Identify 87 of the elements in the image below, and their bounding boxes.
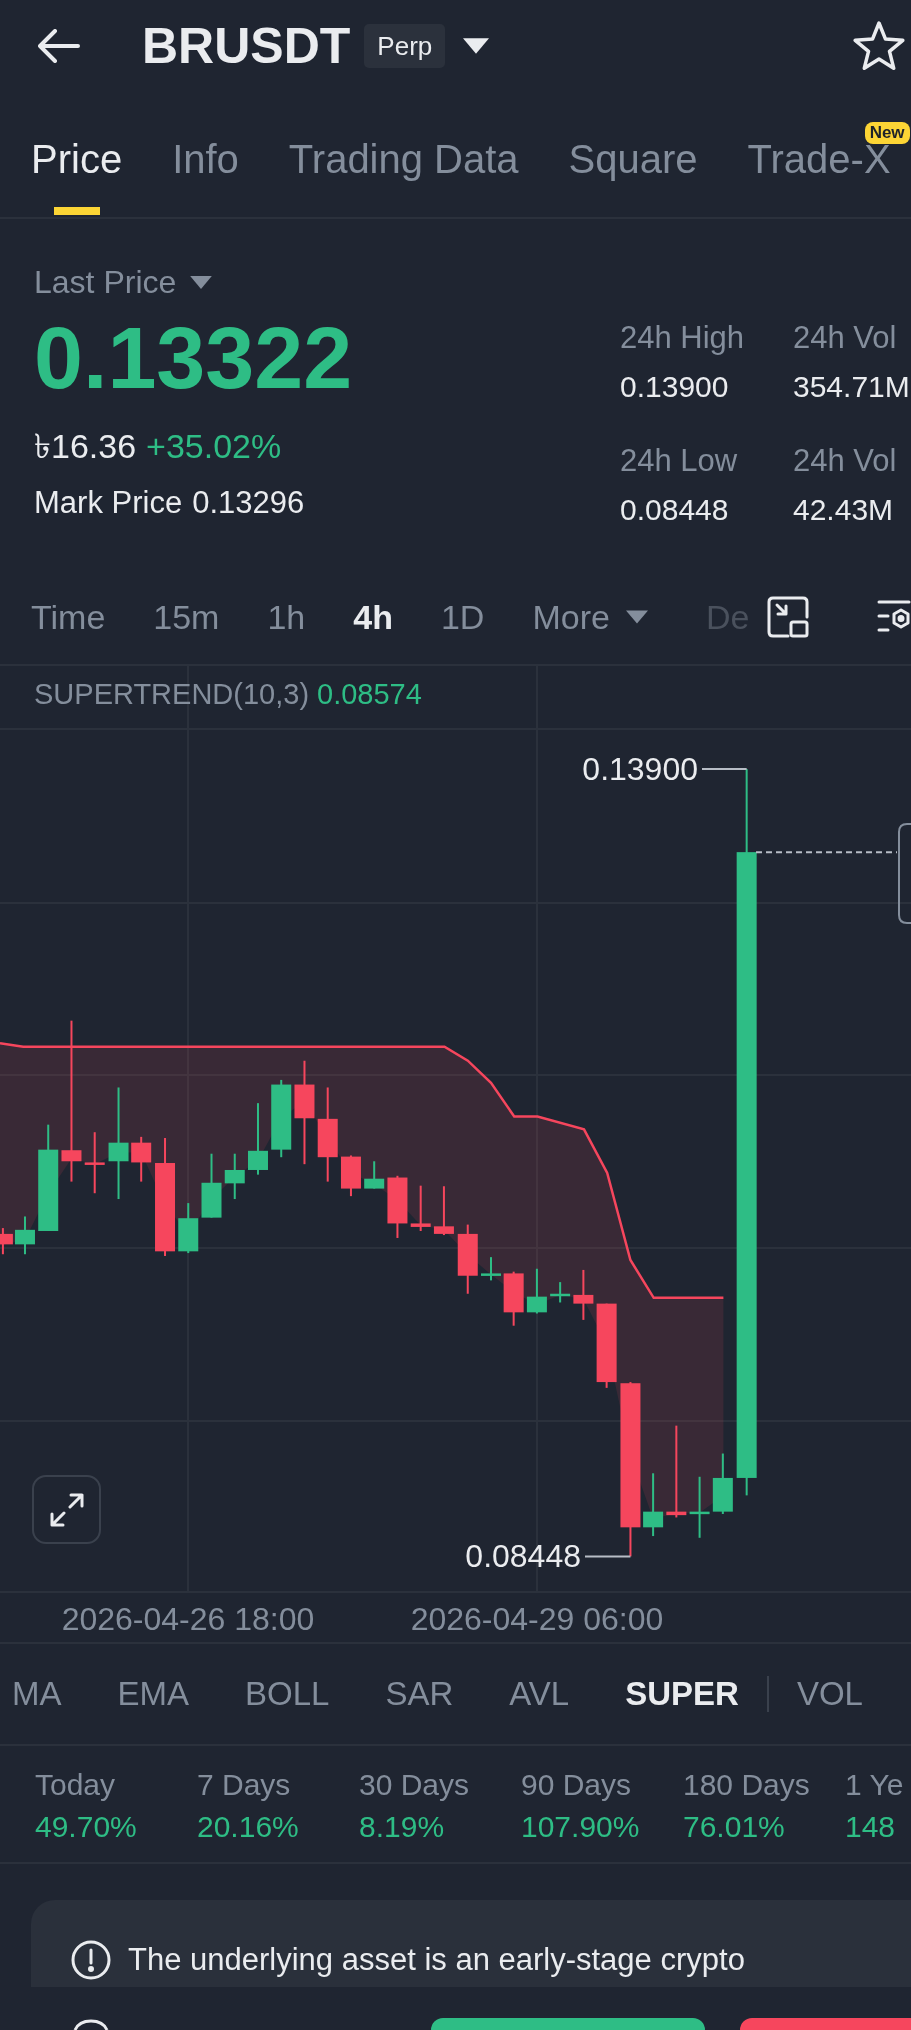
indicator-tab[interactable]: AVL (509, 1672, 570, 1716)
high-price-label: 0.13900 (582, 751, 698, 787)
period-change: 107.90% (521, 1809, 640, 1845)
dropdown-caret-icon[interactable] (463, 38, 490, 54)
indicator-tab[interactable]: EMA (117, 1672, 189, 1716)
mark-price-value: 0.13296 (192, 484, 305, 522)
interval-tab[interactable]: 15m (153, 595, 220, 639)
candle (224, 1153, 245, 1200)
candle (131, 1136, 152, 1182)
caret-icon (190, 275, 213, 289)
interval-tab[interactable]: Time (31, 595, 106, 639)
candle (457, 1224, 478, 1294)
mark-price-label: Mark Price (34, 484, 183, 522)
star-icon[interactable] (852, 21, 906, 71)
tab[interactable]: Info (172, 135, 239, 215)
candle (0, 1228, 13, 1255)
fullscreen-button[interactable] (32, 1475, 101, 1544)
indicator-tab[interactable]: VOL (796, 1672, 863, 1716)
picture-in-picture-icon[interactable] (767, 596, 810, 638)
candle (201, 1153, 222, 1218)
leader-line (701, 768, 748, 771)
settings-list-icon[interactable] (877, 599, 911, 635)
stat-value: 354.71M (793, 369, 910, 405)
candle (178, 1203, 199, 1254)
candle (410, 1185, 431, 1231)
leader-line (584, 1555, 632, 1558)
period-label: 30 Days (359, 1767, 470, 1803)
candle (573, 1269, 594, 1320)
exclamation-icon (71, 1940, 111, 1980)
period-change: 76.01% (683, 1809, 785, 1845)
period-label: 180 Days (683, 1767, 810, 1803)
candle (503, 1271, 524, 1326)
expand-arrows-icon (49, 1492, 84, 1527)
price-change: +35.02% (146, 426, 282, 466)
stat-value: 42.43M (793, 492, 894, 528)
price-type-dropdown[interactable]: Last Price (34, 262, 213, 302)
tab[interactable]: Trading Data (288, 135, 519, 215)
indicator-tab[interactable]: BOLL (245, 1672, 330, 1716)
candle (712, 1453, 733, 1514)
candle (689, 1476, 710, 1538)
indicator-legend-value: 0.08574 (317, 677, 422, 712)
stat-label: 24h High (620, 319, 745, 357)
tab[interactable]: Square (568, 135, 698, 215)
time-axis-label: 2026-04-26 18:00 (61, 1600, 315, 1639)
candle (248, 1103, 268, 1175)
symbol-title: BRUSDT (142, 17, 351, 76)
candle (550, 1282, 571, 1303)
candle (526, 1268, 547, 1314)
interval-tab[interactable]: 1h (267, 595, 306, 639)
time-axis-label: 2026-04-29 06:00 (410, 1600, 664, 1639)
tab[interactable]: Price (31, 135, 123, 215)
period-label: 90 Days (521, 1767, 632, 1803)
period-label: 7 Days (197, 1767, 291, 1803)
candle (364, 1161, 385, 1189)
period-change: 49.70% (35, 1809, 137, 1845)
candle (643, 1473, 664, 1537)
period-change: 8.19% (359, 1809, 445, 1845)
notice-text: The underlying asset is an early-stage crypto (128, 1941, 745, 1979)
indicator-legend-name: SUPERTREND(10,3) (34, 677, 310, 712)
period-change: 20.16% (197, 1809, 299, 1845)
last-price: 0.13322 (34, 312, 353, 404)
candle (433, 1186, 454, 1236)
new-badge: New (864, 122, 910, 144)
indicator-tab[interactable]: SUPER (625, 1672, 739, 1716)
candle (84, 1132, 105, 1194)
stat-label: 24h Low (620, 442, 738, 480)
contract-type-badge: Perp (364, 24, 446, 68)
candle (15, 1216, 35, 1255)
period-label: 1 Ye (845, 1767, 904, 1803)
low-price-label: 0.08448 (465, 1538, 581, 1574)
stat-value: 0.13900 (620, 369, 729, 405)
candle (481, 1257, 501, 1281)
stat-value: 0.08448 (620, 492, 729, 528)
period-label: Today (35, 1767, 116, 1803)
caret-icon (625, 610, 648, 624)
back-arrow-icon[interactable] (38, 29, 80, 63)
more-dropdown[interactable]: More (532, 595, 648, 639)
fiat-price: ৳16.36 (34, 426, 137, 466)
stat-label: 24h Vol (793, 319, 897, 357)
indicator-tab[interactable]: MA (12, 1672, 62, 1716)
interval-tab[interactable]: 1D (440, 595, 485, 639)
candle (340, 1155, 361, 1197)
stat-label: 24h Vol (793, 442, 897, 480)
candle (387, 1175, 408, 1238)
period-change: 148 (845, 1809, 896, 1845)
interval-tab[interactable]: 4h (353, 595, 393, 639)
indicator-tab[interactable]: SAR (385, 1672, 454, 1716)
